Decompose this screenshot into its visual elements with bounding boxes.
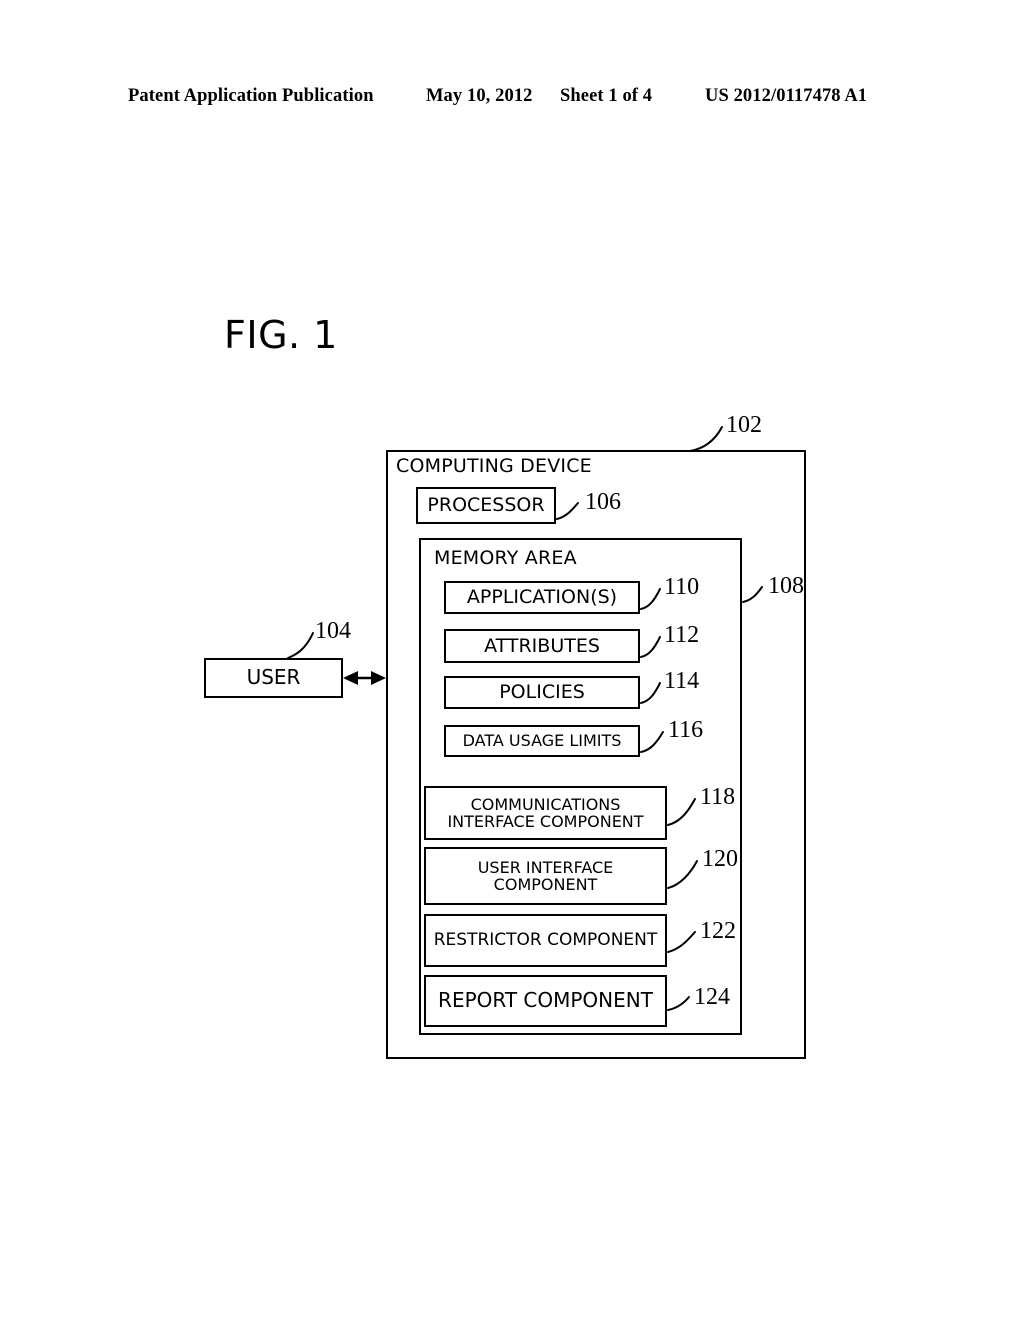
- reference-numeral-120: 120: [702, 846, 738, 872]
- user-box-label: USER: [246, 665, 301, 690]
- figure-label: FIG. 1: [224, 313, 338, 357]
- applications-box: APPLICATION(S): [444, 581, 640, 614]
- communications-interface-line2: INTERFACE COMPONENT: [447, 812, 644, 831]
- user-interface-line2: COMPONENT: [493, 875, 598, 894]
- report-component-label: REPORT COMPONENT: [438, 988, 653, 1013]
- data-usage-limits-box: DATA USAGE LIMITS: [444, 725, 640, 757]
- user-interface-component-box: USER INTERFACE COMPONENT: [424, 847, 667, 905]
- reference-numeral-124: 124: [694, 984, 730, 1010]
- reference-numeral-116: 116: [668, 717, 704, 743]
- communications-interface-component-label: COMMUNICATIONS INTERFACE COMPONENT: [447, 794, 644, 831]
- page-header: Patent Application Publication May 10, 2…: [0, 86, 1024, 116]
- reference-numeral-110: 110: [664, 574, 700, 600]
- memory-area-title: MEMORY AREA: [434, 547, 577, 569]
- header-date-label: May 10, 2012: [426, 86, 533, 106]
- attributes-label: ATTRIBUTES: [484, 634, 600, 657]
- leader-line-104: [287, 632, 314, 659]
- leader-line-102: [689, 426, 723, 452]
- reference-numeral-106: 106: [585, 489, 621, 515]
- user-box: USER: [204, 658, 343, 698]
- reference-numeral-102: 102: [726, 412, 762, 438]
- report-component-box: REPORT COMPONENT: [424, 975, 667, 1027]
- policies-label: POLICIES: [499, 681, 585, 704]
- user-interface-component-label: USER INTERFACE COMPONENT: [477, 857, 614, 894]
- processor-box: PROCESSOR: [416, 487, 556, 524]
- reference-numeral-104: 104: [315, 618, 351, 644]
- reference-numeral-108: 108: [768, 573, 804, 599]
- restrictor-component-box: RESTRICTOR COMPONENT: [424, 914, 667, 967]
- communications-interface-component-box: COMMUNICATIONS INTERFACE COMPONENT: [424, 786, 667, 840]
- data-usage-limits-label: DATA USAGE LIMITS: [462, 731, 622, 751]
- header-publication-label: Patent Application Publication: [128, 86, 374, 106]
- attributes-box: ATTRIBUTES: [444, 629, 640, 663]
- applications-label: APPLICATION(S): [466, 586, 618, 609]
- reference-numeral-118: 118: [700, 784, 736, 810]
- header-sheet-label: Sheet 1 of 4: [560, 86, 653, 106]
- policies-box: POLICIES: [444, 676, 640, 709]
- reference-numeral-112: 112: [664, 622, 700, 648]
- communications-interface-line1: COMMUNICATIONS: [470, 794, 621, 814]
- computing-device-title: COMPUTING DEVICE: [396, 455, 592, 477]
- user-interface-line1: USER INTERFACE: [477, 857, 614, 877]
- reference-numeral-114: 114: [664, 668, 700, 694]
- header-publication-number: US 2012/0117478 A1: [705, 86, 868, 106]
- reference-numeral-122: 122: [700, 918, 736, 944]
- restrictor-component-label: RESTRICTOR COMPONENT: [433, 930, 658, 951]
- processor-label: PROCESSOR: [427, 494, 545, 517]
- user-device-connector-arrow: [343, 671, 386, 685]
